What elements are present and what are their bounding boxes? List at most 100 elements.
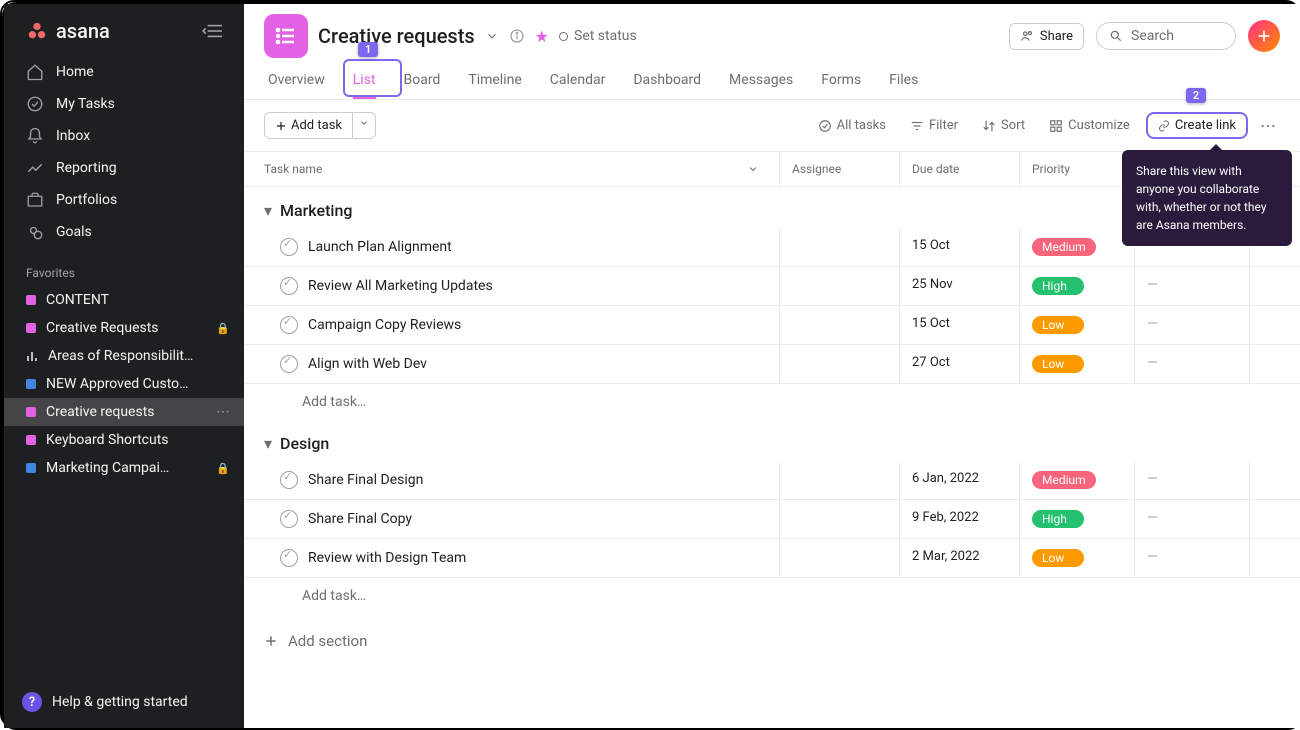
customize-button[interactable]: Customize [1041,113,1138,138]
annotation-1: 1 [358,42,378,57]
column-assignee[interactable]: Assignee [780,152,900,186]
column-priority[interactable]: Priority [1020,152,1135,186]
add-task-inline[interactable]: Add task… [244,578,1300,614]
plus-icon [275,120,287,132]
people-icon [1020,29,1034,43]
project-color-icon [26,407,36,417]
favorite-keyboard-shortcuts[interactable]: Keyboard Shortcuts [4,426,244,454]
filter-icon [910,119,924,133]
column-task[interactable]: Task name [244,152,780,186]
topbar-right: Share Search [1009,20,1280,52]
favorite-creative-requests-active[interactable]: Creative requests ⋯ [4,398,244,426]
complete-toggle[interactable] [280,238,298,256]
priority-pill: Medium [1032,238,1096,256]
sidebar-item-inbox[interactable]: Inbox [12,120,236,152]
project-title[interactable]: Creative requests [318,24,475,48]
share-button[interactable]: Share [1009,23,1084,50]
project-color-icon [26,435,36,445]
sidebar-header: asana [4,4,244,52]
main: Creative requests ★ Set status Share Sea… [244,4,1300,728]
sidebar-item-portfolios[interactable]: Portfolios [12,184,236,216]
sidebar: asana Home My Tasks Inbox Reporting Port… [4,4,244,728]
brand[interactable]: asana [26,19,110,43]
project-icon[interactable] [264,14,308,58]
add-task-caret[interactable] [353,112,376,139]
help-button[interactable]: ? Help & getting started [4,676,244,728]
complete-toggle[interactable] [280,355,298,373]
favorites-list: CONTENT Creative Requests 🔒 Areas of Res… [4,286,244,482]
complete-toggle[interactable] [280,549,298,567]
plus-icon [1256,28,1272,44]
all-tasks-button[interactable]: All tasks [810,113,894,138]
chevron-down-icon [359,118,369,128]
chevron-down-icon[interactable] [485,29,499,43]
search-icon [1109,29,1123,43]
asana-logo-icon [26,20,48,42]
complete-toggle[interactable] [280,471,298,489]
collapse-sidebar-icon[interactable] [198,18,228,44]
star-icon[interactable]: ★ [535,27,549,46]
complete-toggle[interactable] [280,277,298,295]
table-row[interactable]: Share Final Copy 9 Feb, 2022 High — [244,500,1300,539]
project-color-icon [26,323,36,333]
chevron-down-icon[interactable] [747,163,759,175]
favorite-new-approved[interactable]: NEW Approved Custo… [4,370,244,398]
priority-pill: High [1032,277,1084,295]
portfolio-icon [26,191,44,209]
table-row[interactable]: Align with Web Dev 27 Oct Low — [244,345,1300,384]
complete-toggle[interactable] [280,510,298,528]
add-task-inline[interactable]: Add task… [244,384,1300,420]
add-section-button[interactable]: Add section [244,614,1300,668]
add-task-button[interactable]: Add task [264,112,353,139]
create-link-button[interactable]: Create link 2 [1146,112,1248,139]
info-icon[interactable] [509,28,525,44]
toolbar: Add task All tasks Filter Sort Customize… [244,100,1300,152]
link-icon [1158,120,1170,132]
bar-chart-icon [26,350,38,362]
tab-messages[interactable]: Messages [725,66,797,99]
tab-calendar[interactable]: Calendar [546,66,610,99]
more-icon[interactable]: ⋯ [216,404,230,420]
status-dot-icon [559,32,568,41]
lock-icon: 🔒 [216,322,230,335]
table-row[interactable]: Campaign Copy Reviews 15 Oct Low — [244,306,1300,345]
filter-button[interactable]: Filter [902,113,966,138]
priority-pill: High [1032,510,1084,528]
priority-pill: Low [1032,355,1084,373]
tab-dashboard[interactable]: Dashboard [629,66,705,99]
section-design-header[interactable]: ▾ Design [244,420,1300,461]
sidebar-item-home[interactable]: Home [12,56,236,88]
favorite-marketing-campaign[interactable]: Marketing Campai… 🔒 [4,454,244,482]
tabs: 1 Overview List Board Timeline Calendar … [264,66,1280,99]
tab-board[interactable]: Board [400,66,445,99]
set-status-button[interactable]: Set status [559,28,637,44]
caret-down-icon[interactable]: ▾ [264,201,272,220]
favorite-areas[interactable]: Areas of Responsibilit… [4,342,244,370]
sidebar-item-mytasks[interactable]: My Tasks [12,88,236,120]
customize-icon [1049,119,1063,133]
more-button[interactable]: ⋯ [1256,112,1280,139]
create-link-tooltip: Share this view with anyone you collabor… [1122,150,1292,246]
table-row[interactable]: Share Final Design 6 Jan, 2022 Medium — [244,461,1300,500]
favorites-label: Favorites [4,252,244,286]
table-row[interactable]: Review with Design Team 2 Mar, 2022 Low … [244,539,1300,578]
tab-list[interactable]: List [349,66,380,99]
search-input[interactable]: Search [1096,22,1236,50]
favorite-content[interactable]: CONTENT [4,286,244,314]
favorite-creative-requests[interactable]: Creative Requests 🔒 [4,314,244,342]
tab-timeline[interactable]: Timeline [464,66,525,99]
tab-forms[interactable]: Forms [817,66,865,99]
brand-text: asana [56,19,110,43]
tab-overview[interactable]: Overview [264,66,329,99]
help-icon: ? [22,692,42,712]
complete-toggle[interactable] [280,316,298,334]
omni-add-button[interactable] [1248,20,1280,52]
tab-files[interactable]: Files [885,66,922,99]
table-row[interactable]: Review All Marketing Updates 25 Nov High… [244,267,1300,306]
caret-down-icon[interactable]: ▾ [264,434,272,453]
sidebar-item-reporting[interactable]: Reporting [12,152,236,184]
sidebar-item-goals[interactable]: Goals [12,216,236,248]
sort-button[interactable]: Sort [974,113,1033,138]
project-color-icon [26,463,36,473]
column-due[interactable]: Due date [900,152,1020,186]
